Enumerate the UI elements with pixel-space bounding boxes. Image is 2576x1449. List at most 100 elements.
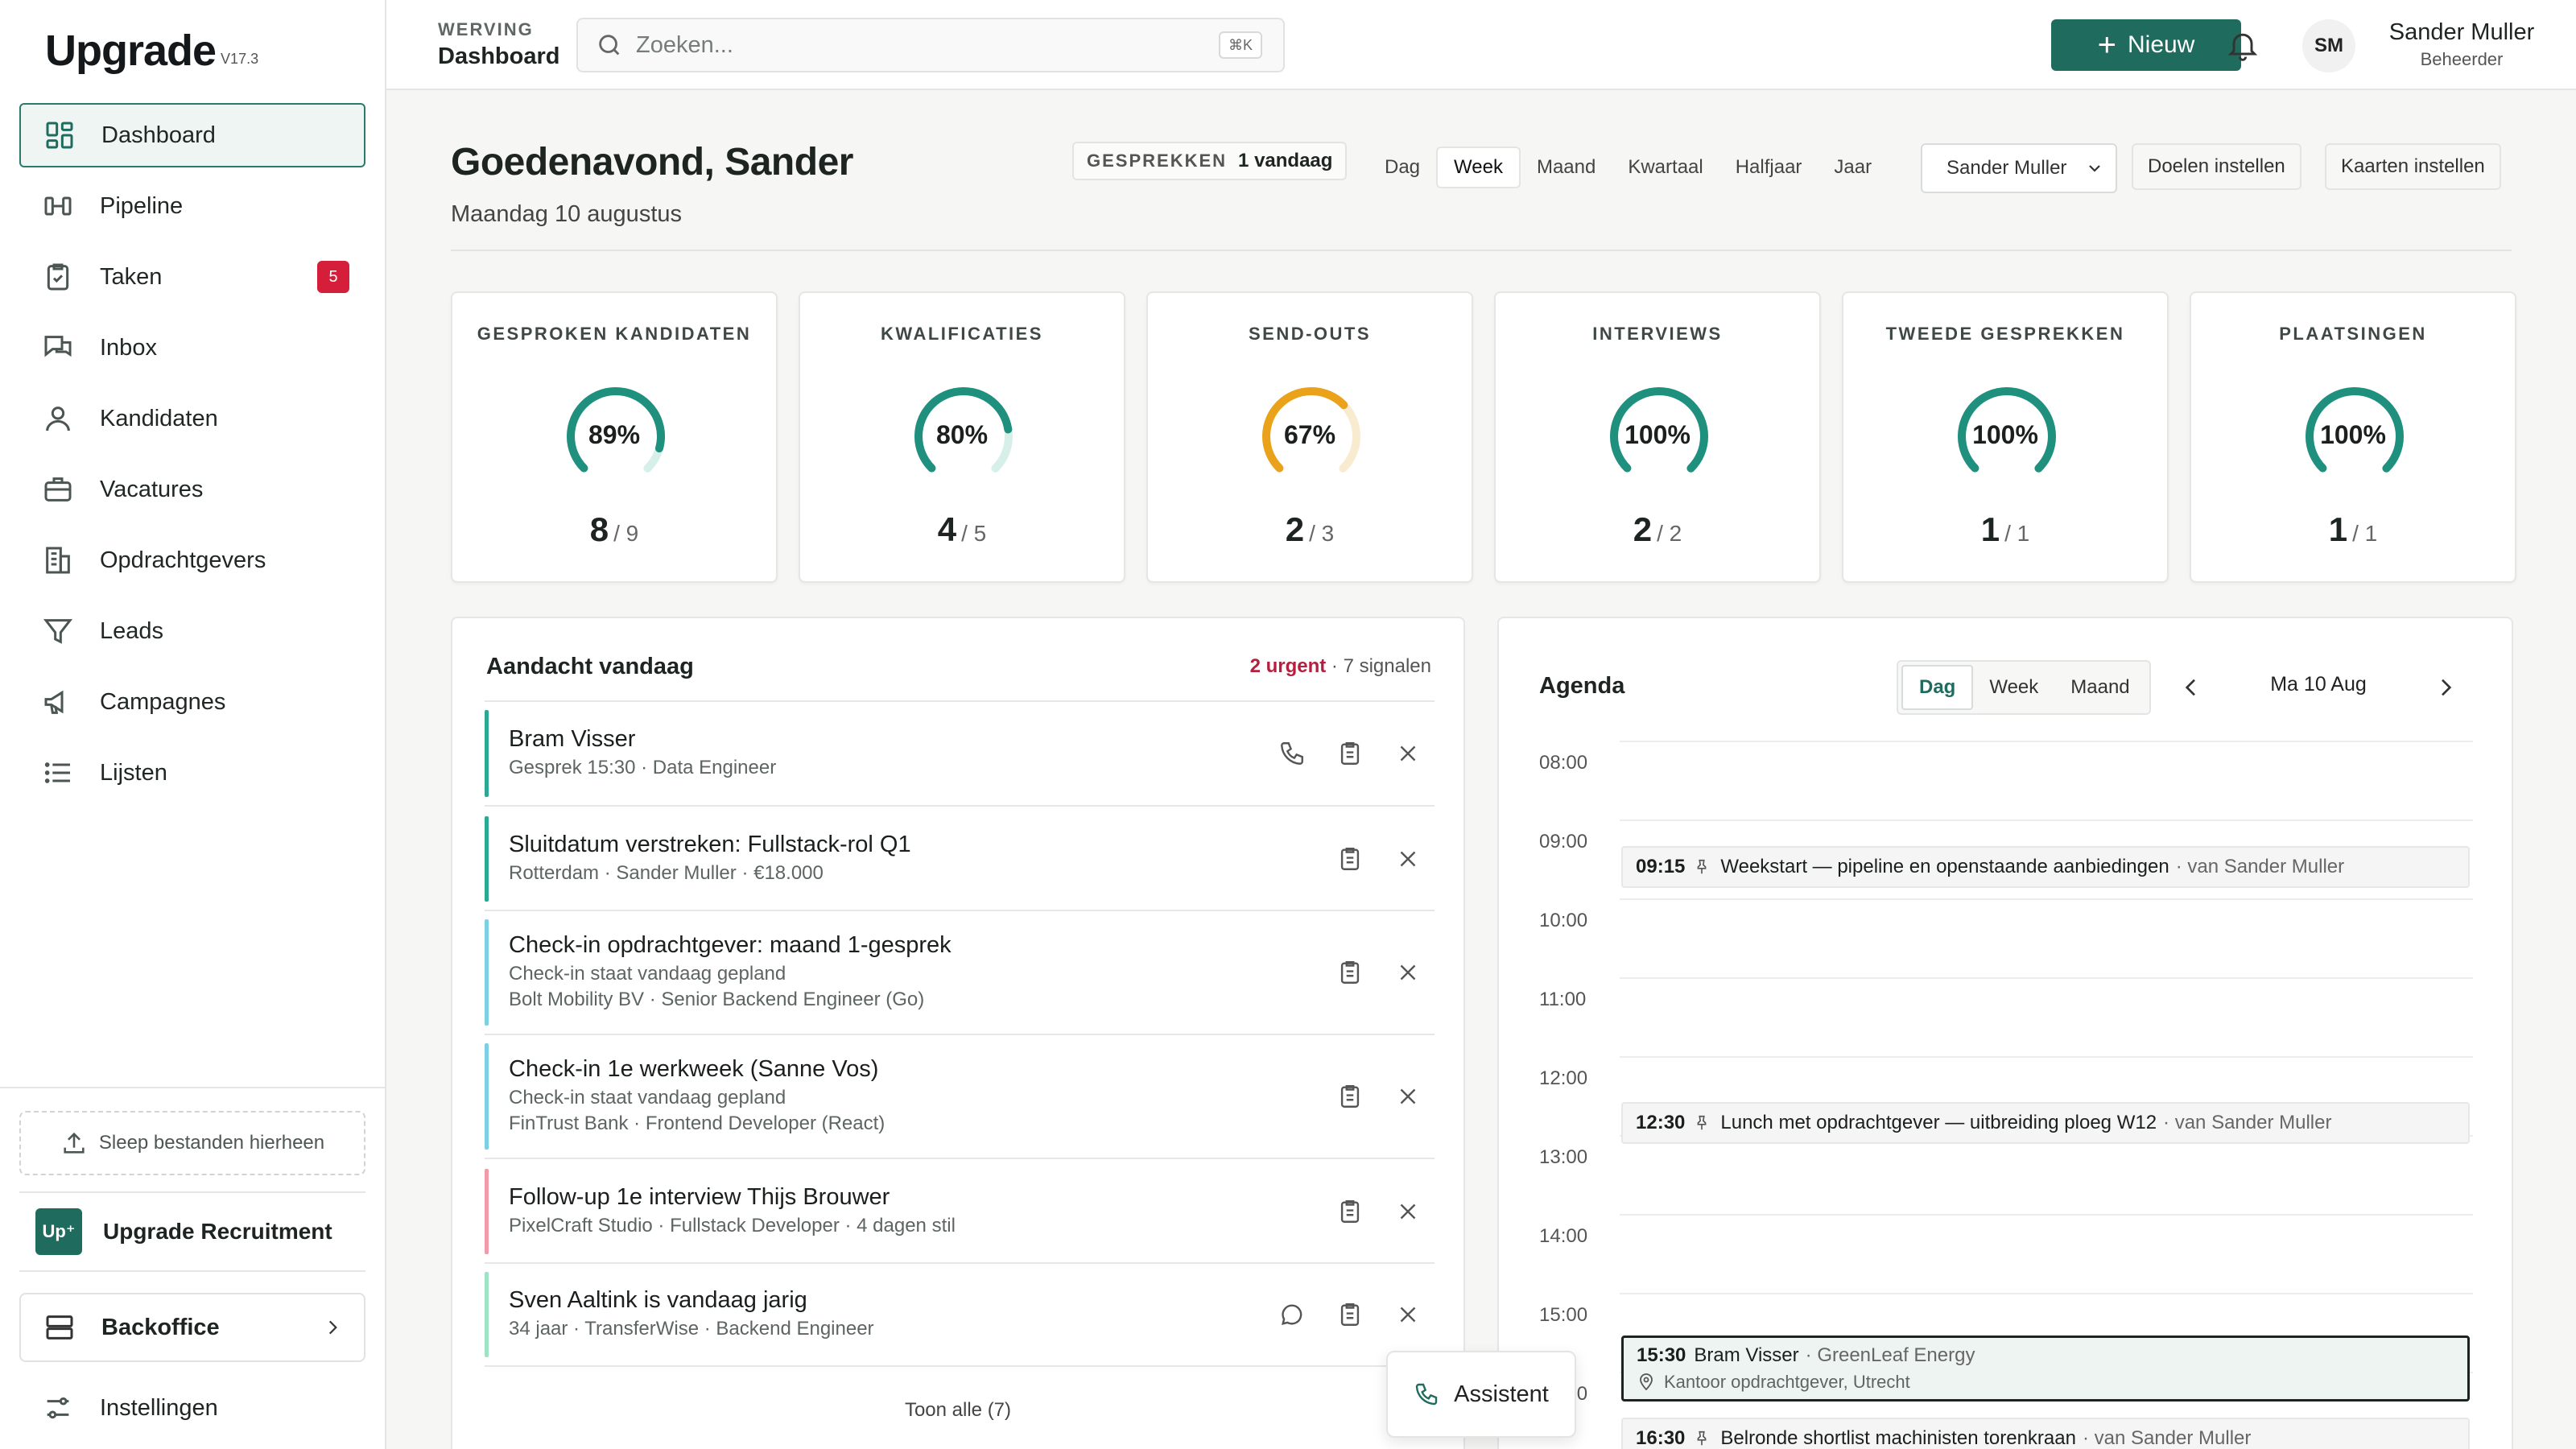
attention-item-detail: 34 jaar · TransferWise · Backend Enginee… — [509, 1318, 874, 1340]
attention-item[interactable]: Sven Aaltink is vandaag jarig 34 jaar · T… — [485, 1272, 1435, 1357]
agenda-hour-line — [1620, 1293, 2473, 1294]
brand-logo[interactable]: Upgrade V17.3 — [45, 19, 258, 76]
organization-switcher[interactable]: Up⁺ Upgrade Recruitment — [19, 1191, 365, 1272]
chevron-left-icon[interactable] — [2178, 675, 2204, 700]
kpi-target: / 1 — [2004, 521, 2030, 546]
clipboard-icon[interactable] — [1336, 1301, 1364, 1328]
attention-item[interactable]: Check-in opdrachtgever: maand 1-gesprek C… — [485, 919, 1435, 1026]
search-input[interactable] — [636, 31, 1199, 59]
sidebar-item-label: Campagnes — [100, 688, 226, 715]
period-week[interactable]: Week — [1436, 147, 1521, 188]
avatar[interactable]: SM — [2302, 19, 2355, 72]
agenda-view-day[interactable]: Dag — [1901, 665, 1974, 710]
set-goals-button[interactable]: Doelen instellen — [2132, 143, 2301, 190]
agenda-event[interactable]: 15:30 Bram Visser · GreenLeaf Energy Kantoo… — [1621, 1335, 2470, 1402]
sidebar-item-label: Taken — [100, 263, 163, 290]
period-year[interactable]: Jaar — [1818, 147, 1888, 188]
kpi-title: SEND-OUTS — [1248, 324, 1372, 344]
kpi-card[interactable]: INTERVIEWS 100% 2/ 2 — [1494, 291, 1821, 583]
kpi-card[interactable]: TWEEDE GESPREKKEN 100% 1/ 1 — [1842, 291, 2169, 583]
kpi-card[interactable]: SEND-OUTS 67% 2/ 3 — [1146, 291, 1473, 583]
sidebar-item-pipeline[interactable]: Pipeline — [19, 174, 365, 238]
kpi-count: 2/ 2 — [1496, 510, 1819, 549]
sidebar-item-campagnes[interactable]: Campagnes — [19, 670, 365, 734]
attention-item[interactable]: Bram Visser Gesprek 15:30 · Data Engineer — [485, 710, 1435, 797]
list-icon — [44, 762, 70, 783]
tasks-count-badge: 5 — [317, 261, 349, 293]
owner-select[interactable]: Sander Muller — [1921, 143, 2117, 193]
row-divider — [485, 1262, 1435, 1264]
sidebar-item-kandidaten[interactable]: Kandidaten — [19, 386, 365, 451]
show-all-link[interactable]: Toon alle (7) — [452, 1399, 1463, 1422]
close-icon[interactable] — [1394, 845, 1422, 873]
close-icon[interactable] — [1394, 740, 1422, 767]
owner-select-value: Sander Muller — [1946, 157, 2067, 179]
close-icon[interactable] — [1394, 1198, 1422, 1225]
agenda-view-week[interactable]: Week — [1973, 665, 2054, 710]
sidebar-item-label: Vacatures — [100, 476, 204, 502]
agenda-hour-label: 11:00 — [1539, 989, 1587, 1010]
clipboard-icon[interactable] — [1336, 1198, 1364, 1225]
chevron-right-icon[interactable] — [2433, 675, 2458, 700]
close-icon[interactable] — [1394, 959, 1422, 986]
sidebar-item-vacatures[interactable]: Vacatures — [19, 457, 365, 522]
period-halfyear[interactable]: Halfjaar — [1719, 147, 1818, 188]
briefcase-icon — [44, 477, 72, 502]
attention-item[interactable]: Follow-up 1e interview Thijs Brouwer Pixe… — [485, 1169, 1435, 1254]
sidebar-item-label: Leads — [100, 617, 164, 644]
search-box[interactable]: ⌘K — [576, 18, 1285, 72]
close-icon[interactable] — [1394, 1301, 1422, 1328]
agenda-view-toggle: Dag Week Maand — [1897, 660, 2151, 715]
sidebar-item-label: Pipeline — [100, 192, 184, 219]
phone-icon[interactable] — [1278, 740, 1306, 767]
agenda-event-title: Bram Visser — [1694, 1344, 1799, 1366]
settings-link[interactable]: Instellingen — [19, 1380, 365, 1436]
sidebar-item-leads[interactable]: Leads — [19, 599, 365, 663]
agenda-event[interactable]: 16:30 Belronde shortlist machinisten tore… — [1621, 1418, 2470, 1449]
kpi-value: 2 — [1633, 510, 1653, 548]
clipboard-icon[interactable] — [1336, 740, 1364, 767]
sidebar-item-opdrachtgevers[interactable]: Opdrachtgevers — [19, 528, 365, 592]
agenda-event-time: 09:15 — [1636, 856, 1686, 877]
attention-item-detail: Gesprek 15:30 · Data Engineer — [509, 757, 777, 778]
attention-item[interactable]: Check-in 1e werkweek (Sanne Vos) Check-in… — [485, 1043, 1435, 1150]
kpi-value: 1 — [2328, 510, 2348, 548]
attention-item-actions — [1336, 959, 1422, 986]
sidebar-item-inbox[interactable]: Inbox — [19, 316, 365, 380]
sidebar-item-taken[interactable]: Taken 5 — [19, 245, 365, 309]
kpi-card[interactable]: KWALIFICATIES 80% 4/ 5 — [799, 291, 1125, 583]
user-menu[interactable]: Sander Muller Beheerder — [2367, 19, 2557, 70]
kpi-card[interactable]: GESPROKEN KANDIDATEN 89% 8/ 9 — [451, 291, 778, 583]
phone-icon — [1415, 1383, 1438, 1406]
assistant-button[interactable]: Assistent — [1386, 1351, 1576, 1438]
search-shortcut-hint: ⌘K — [1218, 31, 1262, 59]
backoffice-button[interactable]: Backoffice — [19, 1293, 365, 1362]
agenda-event-time: 15:30 — [1637, 1344, 1686, 1366]
agenda-event[interactable]: 09:15 Weekstart — pipeline en openstaande… — [1621, 846, 2470, 888]
brand-version: V17.3 — [221, 51, 259, 67]
attention-item[interactable]: Sluitdatum verstreken: Fullstack-rol Q1 R… — [485, 816, 1435, 902]
clipboard-icon[interactable] — [1336, 1083, 1364, 1110]
sidebar-item-label: Opdrachtgevers — [100, 547, 266, 573]
bell-icon[interactable] — [2225, 27, 2260, 63]
agenda-event-owner: · van Sander Muller — [2163, 1112, 2332, 1133]
set-cards-button[interactable]: Kaarten instellen — [2325, 143, 2501, 190]
close-icon[interactable] — [1394, 1083, 1422, 1110]
agenda-view-month[interactable]: Maand — [2054, 665, 2145, 710]
clipboard-icon[interactable] — [1336, 845, 1364, 873]
file-dropzone[interactable]: Sleep bestanden hierheen — [19, 1111, 365, 1175]
chat-icon[interactable] — [1278, 1301, 1306, 1328]
agenda-event[interactable]: 12:30 Lunch met opdrachtgever — uitbreidi… — [1621, 1102, 2470, 1144]
upload-icon — [64, 1132, 85, 1154]
clipboard-icon[interactable] — [1336, 959, 1364, 986]
location-pin-icon — [1640, 1373, 1653, 1391]
kpi-card[interactable]: PLAATSINGEN 100% 1/ 1 — [2190, 291, 2516, 583]
new-button[interactable]: + Nieuw — [2051, 19, 2241, 71]
period-quarter[interactable]: Kwartaal — [1612, 147, 1719, 188]
priority-bar — [485, 1169, 489, 1254]
sidebar-item-lijsten[interactable]: Lijsten — [19, 741, 365, 805]
header-divider — [451, 250, 2512, 251]
sidebar-item-dashboard[interactable]: Dashboard — [19, 103, 365, 167]
period-month[interactable]: Maand — [1521, 147, 1612, 188]
period-day[interactable]: Dag — [1368, 147, 1436, 188]
